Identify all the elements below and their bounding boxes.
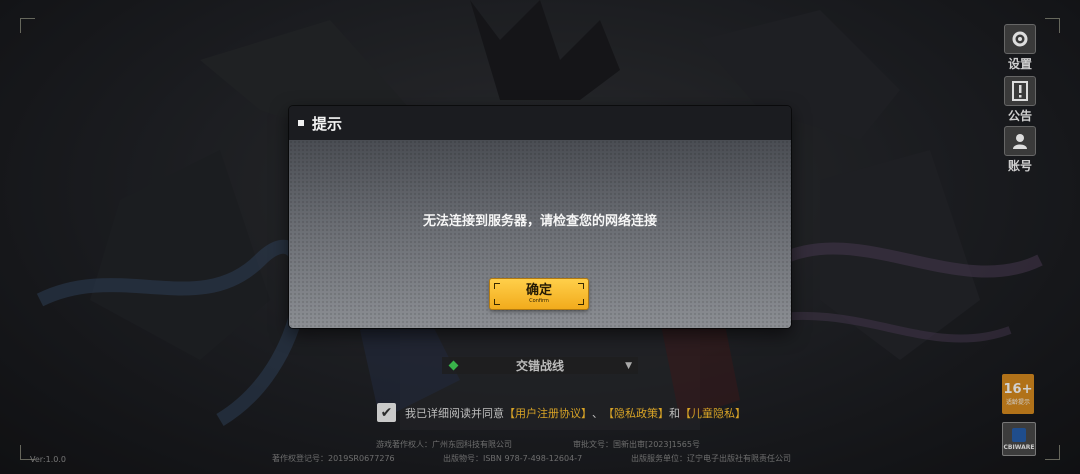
button-bracket-tr (578, 283, 584, 289)
agreement-row: ✔ 我已详细阅读并同意 【用户注册协议】 、 【隐私政策】 和 【儿童隐私】 (377, 403, 746, 422)
cbi-text: CBIWARE (1003, 443, 1035, 451)
agreement-prefix: 我已详细阅读并同意 (405, 406, 504, 420)
agreement-sep2: 和 (669, 406, 680, 420)
dialog-title: 提示 (312, 114, 343, 133)
dialog-message: 无法连接到服务器，请检查您的网络连接 (422, 214, 657, 229)
account-label: 账号 (1007, 159, 1032, 173)
button-bracket-tl (494, 283, 500, 289)
button-bracket-br (578, 299, 584, 305)
gear-icon (1004, 24, 1036, 54)
corner-bracket-top-left (20, 18, 35, 33)
notice-button[interactable]: 公告 (1004, 76, 1036, 124)
age-rating-text: 适龄提示 (1005, 398, 1030, 406)
confirm-label: 确定 (525, 283, 552, 298)
age-rating-number: 16+ (1003, 381, 1033, 397)
child-privacy-link[interactable]: 【儿童隐私】 (680, 405, 746, 421)
age-rating-badge[interactable]: 16+ 适龄提示 (1002, 374, 1034, 414)
corner-bracket-bottom-right (1045, 445, 1060, 460)
chevron-down-icon: ▼ (625, 361, 632, 371)
server-status-icon (448, 360, 459, 371)
version-text: Ver:1.0.0 (30, 455, 66, 464)
account-button[interactable]: 账号 (1004, 126, 1036, 174)
notice-label: 公告 (1007, 109, 1032, 123)
user-icon (1004, 126, 1036, 156)
privacy-policy-link[interactable]: 【隐私政策】 (603, 405, 669, 421)
user-agreement-link[interactable]: 【用户注册协议】 (504, 405, 592, 421)
server-selector[interactable]: 交错战线 ▼ (442, 357, 638, 374)
checkmark-icon: ✔ (380, 404, 393, 421)
cbi-logo-icon (1012, 427, 1026, 442)
confirm-button[interactable]: 确定 Confirm (490, 279, 588, 309)
agreement-sep1: 、 (592, 406, 603, 420)
cbi-badge: CBIWARE (1002, 422, 1036, 456)
corner-bracket-top-right (1045, 18, 1060, 33)
agreement-checkbox[interactable]: ✔ (377, 403, 396, 422)
confirm-sublabel: Confirm (529, 298, 549, 304)
settings-button[interactable]: 设置 (1004, 24, 1036, 72)
title-square-icon (298, 120, 304, 126)
approval-number-text: 审批文号：国新出审[2023]1565号 (573, 440, 700, 449)
settings-label: 设置 (1007, 57, 1032, 71)
publisher-text: 出版服务单位：辽宁电子出版社有限责任公司 (631, 454, 791, 463)
isbn-text: 出版物号：ISBN 978-7-498-12604-7 (443, 454, 583, 463)
button-bracket-bl (494, 299, 500, 305)
exclamation-icon (1004, 76, 1036, 106)
network-error-dialog: 提示 无法连接到服务器，请检查您的网络连接 确定 Confirm (289, 106, 791, 328)
server-name: 交错战线 (515, 359, 564, 373)
dialog-body: 无法连接到服务器，请检查您的网络连接 确定 Confirm (289, 140, 791, 328)
dialog-header: 提示 (289, 106, 791, 140)
registration-number-text: 著作权登记号：2019SR0677276 (272, 454, 395, 463)
copyright-owner-text: 游戏著作权人：广州东园科技有限公司 (376, 440, 512, 449)
